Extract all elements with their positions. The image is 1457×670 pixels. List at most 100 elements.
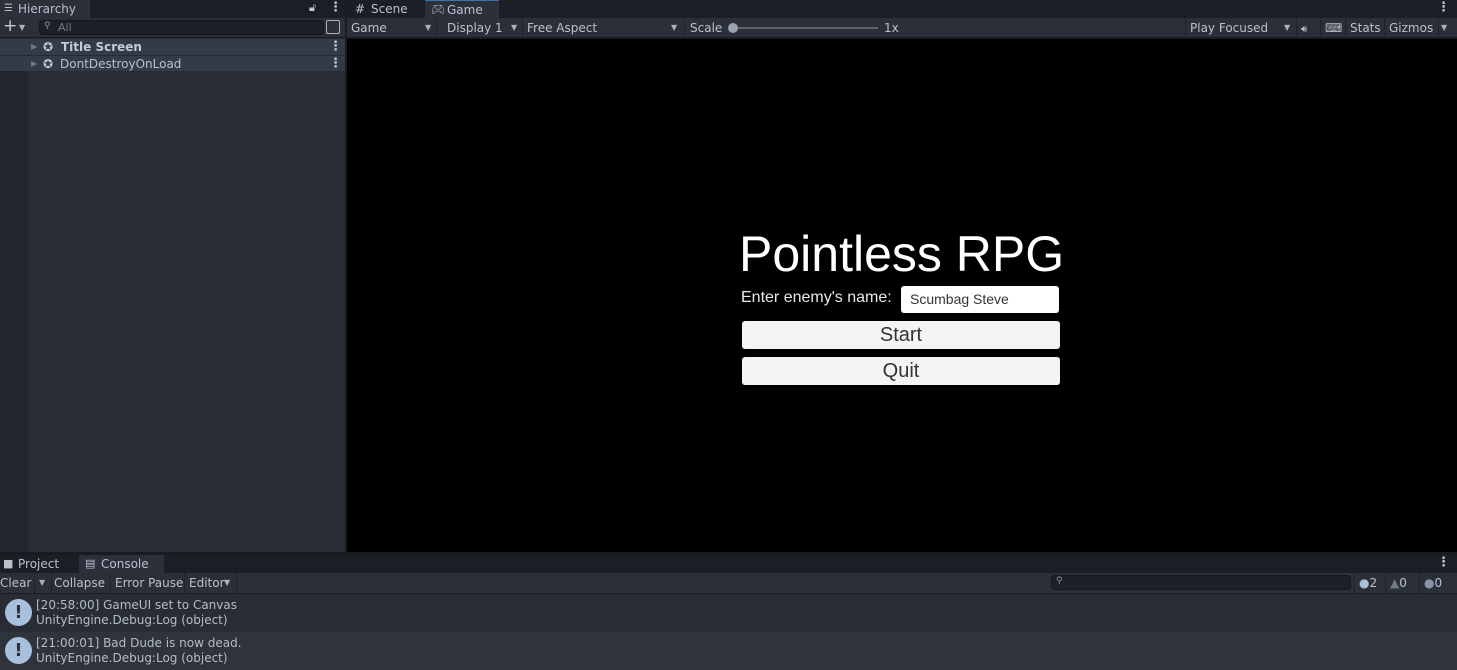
speaker-icon: 🔊︎ [1301,24,1308,35]
tab-label: Project [18,557,60,571]
enemy-name-input[interactable]: Scumbag Steve [901,286,1059,313]
game-view[interactable]: Pointless RPG Enter enemy's name: Scumba… [347,39,1457,552]
tab-game[interactable]: 🎮︎ Game [425,0,499,18]
chevron-down-icon: ▼ [671,23,678,32]
tab-label: Scene [371,2,408,16]
stats-label: Stats [1350,21,1381,35]
stats-button[interactable]: Stats [1346,18,1385,38]
console-log-entry[interactable]: ! [20:58:00] GameUI set to Canvas UnityE… [0,594,1457,632]
tab-label: Hierarchy [18,2,77,16]
chevron-down-icon: ▼ [425,23,432,32]
chevron-down-icon: ▼ [224,578,231,587]
hierarchy-search-input[interactable]: ⚲ All [39,20,324,35]
info-icon: ● [1359,576,1370,590]
collapse-button[interactable]: Collapse [52,573,111,593]
info-count: 2 [1369,576,1378,590]
search-placeholder: All [58,21,72,34]
warning-count: 0 [1399,576,1407,590]
console-icon: ▤ [85,557,96,570]
hierarchy-toolbar: + ▼ ⚲ All [0,16,345,38]
editor-dropdown[interactable]: Editor ▼ [185,573,237,593]
play-mode-dropdown[interactable]: Play Focused ▼ [1185,18,1297,38]
more-options-icon[interactable]: ⋮ [329,0,342,15]
tab-label: Console [101,557,149,571]
console-toolbar: Clear ▼ Collapse Error Pause Editor ▼ ⚲ ●… [0,573,1457,594]
hierarchy-gutter [0,39,28,552]
hierarchy-item-title-screen[interactable]: ▶ ✪ Title Screen ⋮ [0,39,345,55]
add-icon[interactable]: + [3,16,17,36]
enemy-name-label: Enter enemy's name: [741,289,892,306]
log-message: [21:00:01] Bad Dude is now dead. [36,636,242,650]
unity-scene-icon: ✪ [43,57,54,71]
chevron-down-icon: ▼ [39,578,46,587]
chevron-down-icon[interactable]: ▼ [19,23,25,32]
chevron-down-icon: ▼ [1441,23,1448,32]
hierarchy-panel: ☰ Hierarchy 🔓︎ ⋮ + ▼ ⚲ All ▶ ✪ Title Scr… [0,0,345,552]
gizmos-button[interactable]: Gizmos [1385,18,1439,38]
clear-options-dropdown[interactable]: ▼ [35,573,52,593]
search-icon: ⚲ [44,21,51,31]
slider-track[interactable] [733,27,878,29]
bottom-tabstrip: ■ Project ▤ Console ⋮ [0,555,1457,573]
enemy-name-value: Scumbag Steve [910,291,1009,307]
tab-project[interactable]: ■ Project [0,555,78,573]
expand-arrow-icon[interactable]: ▶ [31,56,37,72]
error-filter-toggle[interactable]: ●0 [1420,573,1457,593]
keyboard-shortcuts-button[interactable]: ⌨ [1321,18,1346,38]
expand-arrow-icon[interactable]: ▶ [31,39,37,55]
chevron-down-icon: ▼ [1284,23,1291,32]
log-message: [20:58:00] GameUI set to Canvas [36,598,237,612]
gamepad-icon: 🎮︎ [431,3,445,16]
center-tabstrip: # Scene 🎮︎ Game ⋮ [347,0,1457,18]
warning-icon: ▲ [1390,576,1400,590]
scale-value: 1x [884,21,899,35]
item-label: DontDestroyOnLoad [60,57,182,71]
info-message-icon: ! [5,637,32,664]
keyboard-icon: ⌨ [1325,21,1343,35]
editor-label: Editor [189,576,225,590]
error-icon: ● [1424,576,1435,590]
game-title: Pointless RPG [739,226,1065,282]
more-options-icon[interactable]: ⋮ [1437,0,1450,15]
view-label: Game [351,21,387,35]
aspect-dropdown[interactable]: Free Aspect ▼ [523,18,685,38]
quit-button[interactable]: Quit [742,357,1060,385]
console-search-input[interactable]: ⚲ [1051,575,1351,590]
hierarchy-item-dontdestroyonload[interactable]: ▶ ✪ DontDestroyOnLoad ⋮ [0,55,345,71]
display-label: Display 1 [447,21,503,35]
chevron-down-icon: ▼ [511,23,518,32]
start-button[interactable]: Start [742,321,1060,349]
log-stacktrace: UnityEngine.Debug:Log (object) [36,651,228,665]
tab-console[interactable]: ▤ Console [79,555,164,573]
info-message-icon: ! [5,599,32,626]
mute-audio-button[interactable]: 🔊︎ [1297,18,1321,38]
slider-thumb[interactable] [728,23,738,33]
more-options-icon[interactable]: ⋮ [1437,555,1450,570]
scene-visibility-icon[interactable] [326,20,340,34]
unity-scene-icon: ✪ [43,40,54,54]
info-filter-toggle[interactable]: ●2 [1354,573,1386,593]
grid-icon: # [355,2,366,16]
folder-icon: ■ [3,557,14,570]
error-count: 0 [1434,576,1443,590]
console-log-entry[interactable]: ! [21:00:01] Bad Dude is now dead. Unity… [0,632,1457,670]
warning-filter-toggle[interactable]: ▲0 [1386,573,1420,593]
item-label: Title Screen [61,40,142,54]
log-stacktrace: UnityEngine.Debug:Log (object) [36,613,228,627]
hierarchy-tabstrip: ☰ Hierarchy 🔓︎ ⋮ [0,0,345,18]
lock-icon[interactable]: 🔓︎ [309,1,316,15]
play-mode-label: Play Focused [1190,21,1269,35]
scale-slider[interactable]: Scale 1x [686,18,1186,38]
aspect-label: Free Aspect [527,21,598,35]
clear-button[interactable]: Clear [0,573,35,593]
more-options-icon[interactable]: ⋮ [329,39,342,55]
gizmos-dropdown[interactable]: ▼ [1439,18,1457,38]
display-dropdown[interactable]: Display 1 ▼ [443,18,523,38]
search-icon: ⚲ [1056,576,1063,586]
error-pause-button[interactable]: Error Pause [111,573,185,593]
tab-label: Game [447,3,483,17]
gizmos-label: Gizmos [1389,21,1434,35]
tab-scene[interactable]: # Scene [347,0,425,18]
more-options-icon[interactable]: ⋮ [329,56,342,72]
view-dropdown[interactable]: Game ▼ [347,18,437,38]
